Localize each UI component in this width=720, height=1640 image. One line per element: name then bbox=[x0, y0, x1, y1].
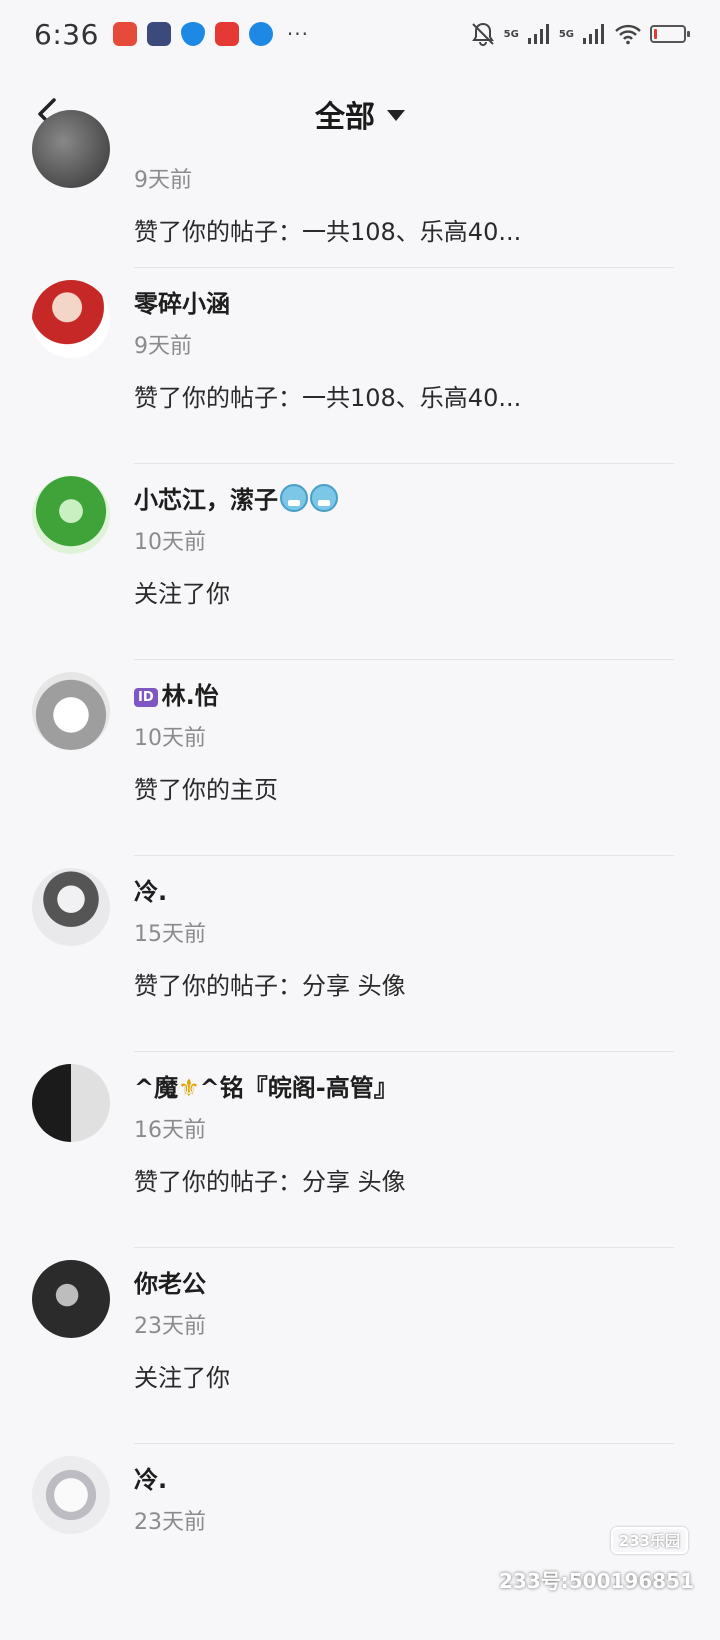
status-bar: 6:36 ··· 5G 5G bbox=[0, 0, 720, 68]
status-right: 5G 5G bbox=[470, 21, 690, 47]
avatar bbox=[32, 868, 110, 946]
heart-app-icon bbox=[214, 22, 239, 46]
notification-item[interactable]: ^魔⚜^铭『皖阁-高管』 16天前 赞了你的帖子：分享 头像 bbox=[0, 1052, 720, 1248]
notification-time: 23天前 bbox=[134, 1510, 206, 1535]
signal-icon-2 bbox=[583, 24, 604, 44]
cold-face-emoji-icon bbox=[280, 484, 308, 512]
user-name-text: 林.怡 bbox=[161, 682, 219, 710]
user-name-suffix: ^铭『皖阁-高管』 bbox=[199, 1074, 398, 1102]
more-notifications-icon: ··· bbox=[286, 22, 309, 46]
notification-action: 赞了你的帖子：一共108、乐高40... bbox=[134, 384, 522, 412]
notification-action: 赞了你的帖子：分享 头像 bbox=[134, 1168, 406, 1196]
watermark-logo: 233乐园 bbox=[610, 1527, 688, 1554]
network-label-1: 5G bbox=[503, 28, 519, 40]
notification-item[interactable]: ID 林.怡 10天前 赞了你的主页 bbox=[0, 660, 720, 856]
watermark-text: 233号:500196851 bbox=[499, 1569, 694, 1593]
notification-time: 23天前 bbox=[134, 1314, 206, 1339]
notification-time: 10天前 bbox=[134, 726, 206, 751]
wifi-icon bbox=[615, 24, 641, 45]
notification-item[interactable]: 你老公 23天前 关注了你 bbox=[0, 1248, 720, 1444]
user-name-text: 小芯江，潆子 bbox=[134, 486, 278, 514]
battery-icon bbox=[650, 25, 690, 43]
notification-item[interactable]: 冷. 15天前 赞了你的帖子：分享 头像 bbox=[0, 856, 720, 1052]
user-name: ID 林.怡 bbox=[134, 676, 219, 711]
avatar bbox=[32, 476, 110, 554]
notification-time: 9天前 bbox=[134, 168, 192, 193]
user-name: ^魔⚜^铭『皖阁-高管』 bbox=[134, 1068, 398, 1103]
user-name: 冷. bbox=[134, 1466, 168, 1494]
notification-item[interactable]: 9天前 赞了你的帖子：一共108、乐高40... bbox=[0, 110, 720, 268]
notification-list: 9天前 赞了你的帖子：一共108、乐高40... 零碎小涵 9天前 赞了你的帖子… bbox=[0, 110, 720, 1640]
status-time: 6:36 bbox=[34, 17, 99, 51]
status-app-icons: ··· bbox=[112, 22, 309, 46]
page-title: 全部 bbox=[315, 100, 375, 135]
settings-app-icon bbox=[146, 22, 171, 46]
notification-time: 10天前 bbox=[134, 530, 206, 555]
filter-dropdown[interactable]: 全部 bbox=[315, 92, 405, 136]
avatar bbox=[32, 1064, 110, 1142]
id-badge-icon: ID bbox=[134, 688, 158, 707]
battery-level bbox=[654, 29, 657, 39]
notification-action: 赞了你的主页 bbox=[134, 776, 278, 804]
mute-bell-icon bbox=[471, 22, 494, 46]
user-name: 小芯江，潆子 bbox=[134, 480, 338, 515]
notification-time: 15天前 bbox=[134, 922, 206, 947]
notification-time: 9天前 bbox=[134, 334, 192, 359]
shield-app-icon bbox=[180, 22, 205, 46]
caret-down-icon bbox=[387, 110, 405, 121]
notification-time: 16天前 bbox=[134, 1118, 206, 1143]
network-label-2: 5G bbox=[558, 28, 574, 40]
fleur-de-lis-icon: ⚜ bbox=[178, 1074, 200, 1102]
avatar bbox=[32, 280, 110, 358]
notification-action: 赞了你的帖子：分享 头像 bbox=[134, 972, 406, 1000]
notification-item[interactable]: 零碎小涵 9天前 赞了你的帖子：一共108、乐高40... bbox=[0, 268, 720, 464]
user-name: 零碎小涵 bbox=[134, 290, 230, 318]
call-app-icon bbox=[112, 22, 137, 46]
user-name-prefix: ^魔 bbox=[134, 1074, 179, 1102]
avatar bbox=[32, 1456, 110, 1534]
notification-action: 赞了你的帖子：一共108、乐高40... bbox=[134, 218, 522, 246]
notification-action: 关注了你 bbox=[134, 580, 230, 608]
notification-item[interactable]: 小芯江，潆子 10天前 关注了你 bbox=[0, 464, 720, 660]
avatar bbox=[32, 110, 110, 188]
user-name: 冷. bbox=[134, 878, 168, 906]
avatar bbox=[32, 1260, 110, 1338]
signal-icon bbox=[527, 24, 549, 44]
cold-face-emoji-icon bbox=[310, 484, 338, 512]
user-name: 你老公 bbox=[134, 1270, 206, 1298]
avatar bbox=[32, 672, 110, 750]
notification-action: 关注了你 bbox=[134, 1364, 230, 1392]
browser-app-icon bbox=[248, 22, 273, 46]
